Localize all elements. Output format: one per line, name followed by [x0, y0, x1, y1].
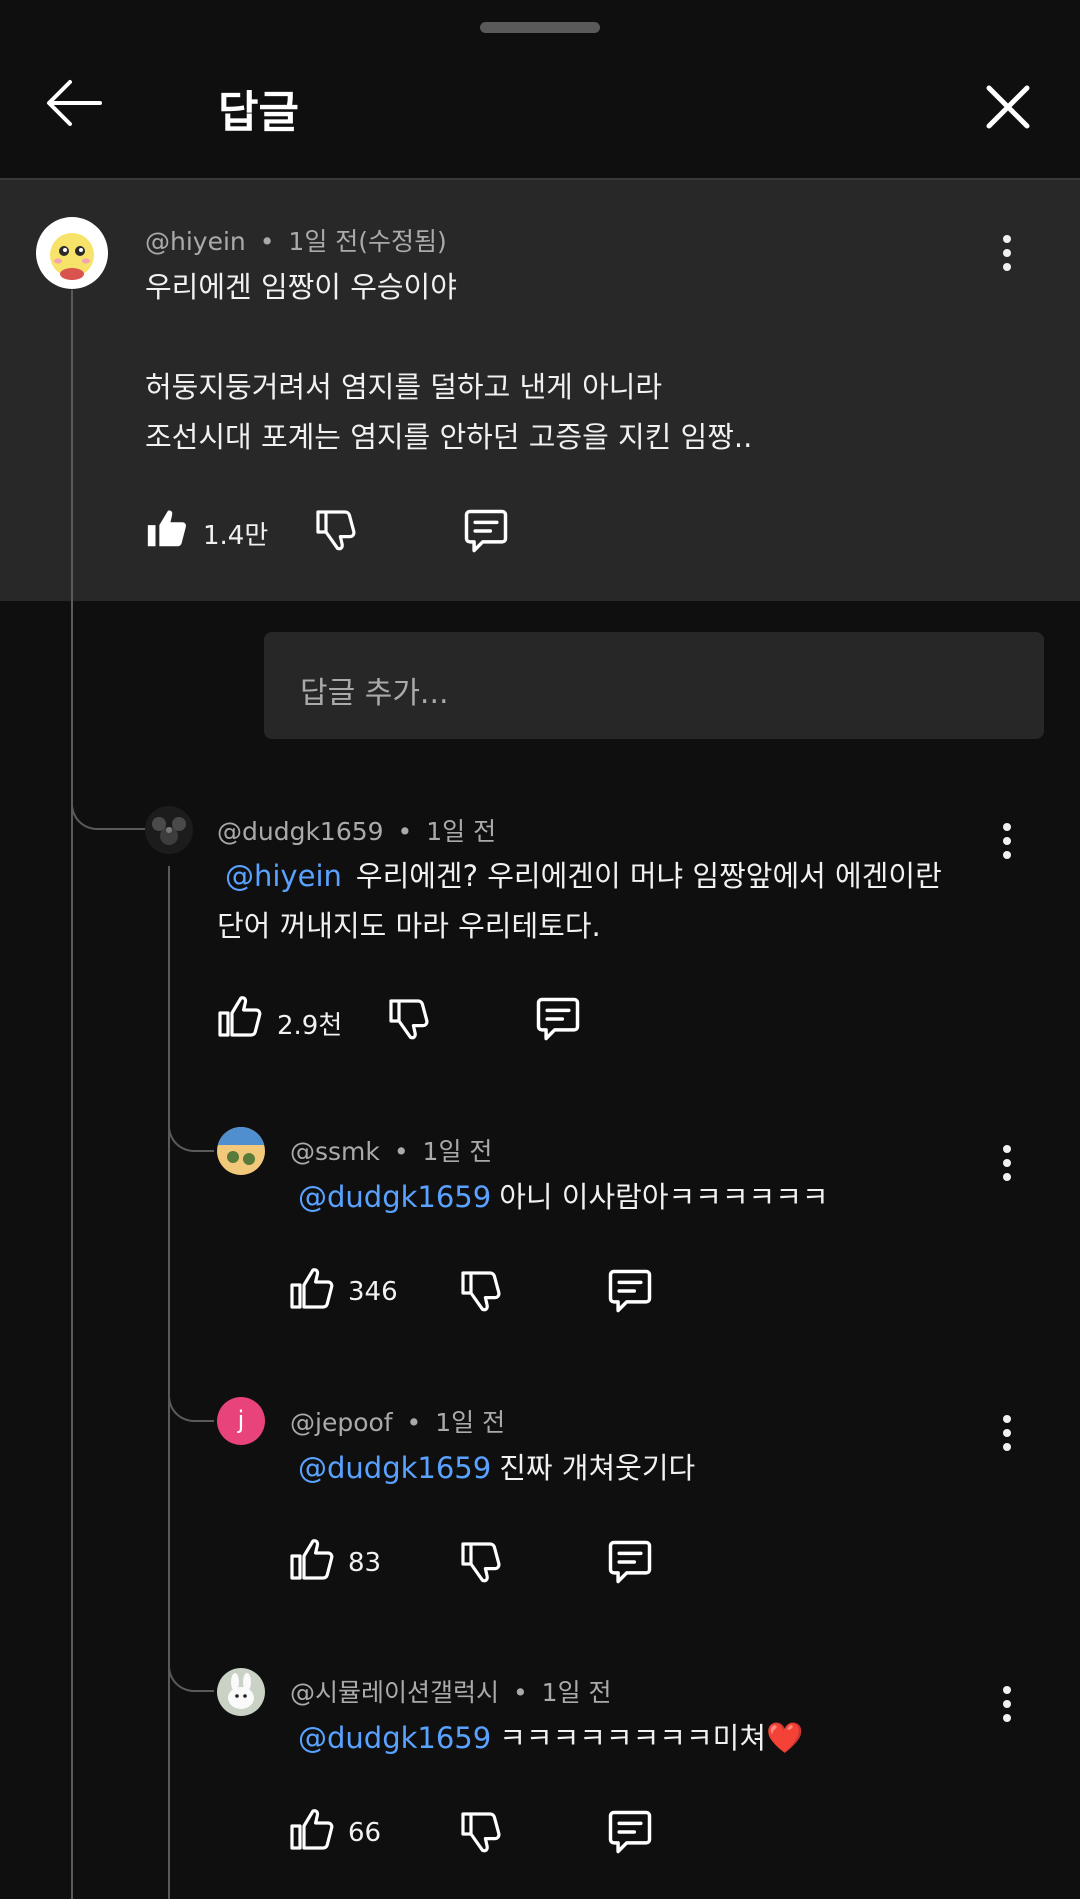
author-handle[interactable]: @dudgk1659 — [217, 817, 384, 846]
reply-icon[interactable] — [532, 993, 584, 1045]
mention-link[interactable]: @dudgk1659 — [298, 1721, 491, 1755]
avatar-letter: j — [237, 1406, 245, 1434]
more-options-icon[interactable] — [997, 1415, 1017, 1457]
mention-link[interactable]: @hiyein — [225, 859, 342, 893]
more-options-icon[interactable] — [997, 1686, 1017, 1728]
timestamp: 1일 전 — [435, 1408, 506, 1437]
author-handle[interactable]: @jepoof — [290, 1408, 393, 1437]
separator-dot: • — [512, 1678, 528, 1707]
comment-line: 허둥지둥거려서 염지를 덜하고 낸게 아니라 — [145, 370, 663, 404]
drag-handle[interactable] — [480, 22, 600, 33]
comment-text: @dudgk1659 ㅋㅋㅋㅋㅋㅋㅋㅋ미쳐❤️ — [290, 1713, 803, 1764]
comment-meta: @dudgk1659 • 1일 전 — [217, 812, 496, 848]
mention-link[interactable]: @dudgk1659 — [298, 1451, 491, 1485]
reply-icon[interactable] — [460, 505, 512, 557]
like-icon[interactable] — [144, 506, 190, 552]
close-icon[interactable] — [985, 84, 1031, 130]
mention-link[interactable]: @dudgk1659 — [298, 1180, 491, 1214]
like-count: 1.4만 — [203, 521, 269, 551]
author-handle[interactable]: @ssmk — [290, 1137, 380, 1166]
timestamp: 1일 전(수정됨) — [288, 227, 447, 256]
separator-dot: • — [406, 1408, 422, 1437]
thread-connector — [168, 1360, 214, 1422]
timestamp: 1일 전 — [541, 1678, 612, 1707]
dislike-icon[interactable] — [457, 1808, 505, 1856]
reply-icon[interactable] — [604, 1265, 656, 1317]
like-icon[interactable] — [288, 1265, 336, 1313]
avatar[interactable] — [217, 1668, 265, 1716]
like-icon[interactable] — [216, 993, 264, 1041]
more-options-icon[interactable] — [997, 1145, 1017, 1187]
reply-icon[interactable] — [604, 1806, 656, 1858]
author-handle[interactable]: @hiyein — [145, 227, 246, 256]
avatar[interactable]: j — [217, 1397, 265, 1445]
reply-input[interactable]: 답글 추가... — [264, 632, 1044, 739]
like-count: 2.9천 — [277, 1011, 343, 1041]
back-arrow-icon[interactable] — [44, 78, 104, 128]
like-icon[interactable] — [288, 1806, 336, 1854]
separator-dot: • — [259, 227, 275, 256]
comment-line: 단어 꺼내지도 마라 우리테토다. — [217, 909, 601, 943]
dislike-icon[interactable] — [457, 1538, 505, 1586]
comment-meta: @ssmk • 1일 전 — [290, 1132, 492, 1168]
more-options-icon[interactable] — [997, 823, 1017, 865]
comment-meta: @hiyein • 1일 전(수정됨) — [145, 222, 447, 258]
separator-dot: • — [397, 817, 413, 846]
author-handle[interactable]: @시뮬레이션갤럭시 — [290, 1678, 499, 1707]
comment-text: 우리에겐 임짱이 우승이야 허둥지둥거려서 염지를 덜하고 낸게 아니라 조선시… — [145, 262, 752, 462]
like-icon[interactable] — [288, 1536, 336, 1584]
thread-connector — [71, 770, 147, 830]
comment-text-part: 진짜 개쳐웃기다 — [499, 1451, 696, 1485]
comment-text: @dudgk1659 진짜 개쳐웃기다 — [290, 1443, 695, 1493]
comment-line: 조선시대 포계는 염지를 안하던 고증을 지킨 임짱.. — [145, 420, 753, 454]
comment-meta: @jepoof • 1일 전 — [290, 1403, 505, 1439]
thread-connector — [168, 1090, 214, 1152]
comment-text-part: ㅋㅋㅋㅋㅋㅋㅋㅋ미쳐 — [499, 1721, 767, 1755]
comment-meta: @시뮬레이션갤럭시 • 1일 전 — [290, 1673, 612, 1709]
like-count: 66 — [348, 1818, 382, 1848]
dislike-icon[interactable] — [457, 1267, 505, 1315]
like-count: 346 — [348, 1277, 398, 1307]
more-options-icon[interactable] — [997, 235, 1017, 277]
heart-emoji: ❤️ — [766, 1721, 804, 1756]
avatar[interactable] — [145, 806, 193, 854]
page-title: 답글 — [218, 87, 299, 138]
comment-line — [145, 312, 752, 362]
comment-line: 우리에겐 임짱이 우승이야 — [145, 270, 457, 304]
separator-dot: • — [393, 1137, 409, 1166]
thread-connector — [168, 1630, 214, 1692]
avatar[interactable] — [217, 1127, 265, 1175]
like-count: 83 — [348, 1548, 382, 1578]
timestamp: 1일 전 — [426, 817, 497, 846]
reply-input-placeholder: 답글 추가... — [300, 676, 449, 711]
avatar[interactable] — [36, 217, 108, 289]
dislike-icon[interactable] — [385, 995, 433, 1043]
timestamp: 1일 전 — [422, 1137, 493, 1166]
comment-line: @hiyein 우리에겐? 우리에겐이 머냐 임짱앞에서 에겐이란 — [217, 851, 942, 901]
comment-text: @dudgk1659 아니 이사람아ㅋㅋㅋㅋㅋㅋ — [290, 1172, 829, 1222]
reply-icon[interactable] — [604, 1536, 656, 1588]
comment-text-part: 아니 이사람아ㅋㅋㅋㅋㅋㅋ — [499, 1180, 829, 1214]
comment-text: @hiyein 우리에겐? 우리에겐이 머냐 임짱앞에서 에겐이란 단어 꺼내지도… — [217, 851, 942, 951]
dislike-icon[interactable] — [312, 506, 360, 554]
thread-line-main — [71, 290, 73, 1899]
comment-text-part: 우리에겐? 우리에겐이 머냐 임짱앞에서 에겐이란 — [355, 859, 942, 893]
